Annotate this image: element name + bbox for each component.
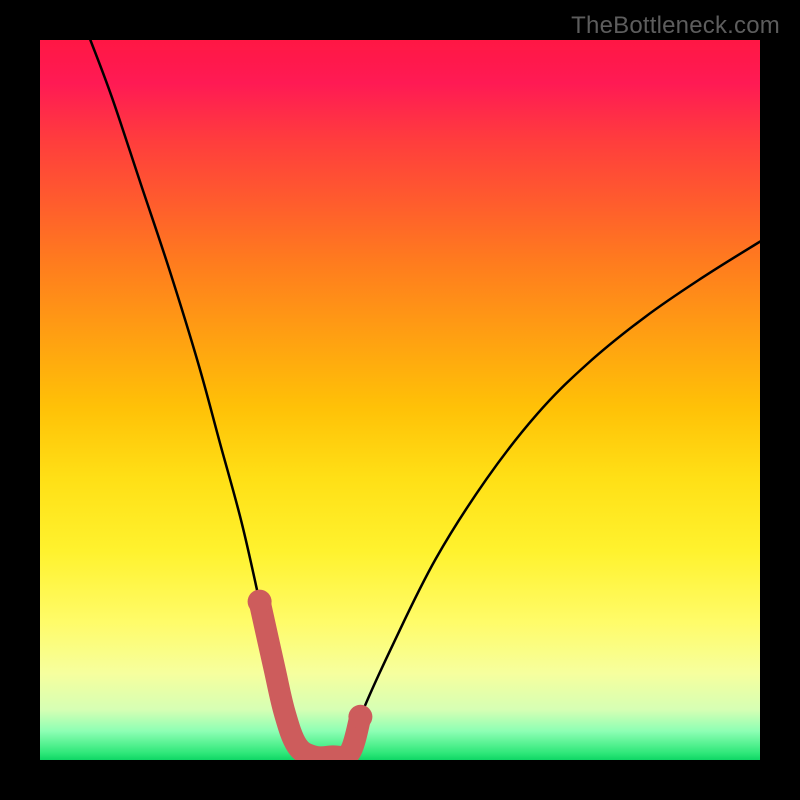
optimal-zone [248,590,373,758]
bottleneck-curve [90,40,760,760]
optimal-zone-path [260,602,361,758]
curve-layer [40,40,760,760]
watermark-text: TheBottleneck.com [571,12,780,40]
plot-area [40,40,760,760]
outer-frame: TheBottleneck.com [0,0,800,800]
curve-path [90,40,760,760]
optimal-zone-endpoint [348,705,372,729]
optimal-zone-endpoint [248,590,272,614]
